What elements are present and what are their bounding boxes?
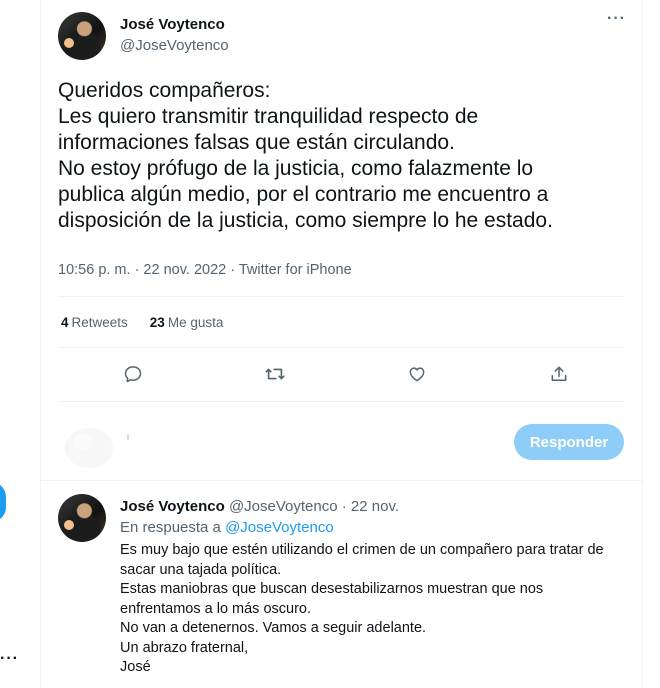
tweet-meta[interactable]: 10:56 p. m. · 22 nov. 2022 · Twitter for… [58,262,352,278]
retweets-count: 4 [61,315,69,330]
reply-context-handle[interactable]: @JoseVoytenco [225,519,334,536]
divider [58,347,625,348]
reply-text-line: No van a detenernos. Vamos a seguir adel… [120,620,427,636]
reply-header: José Voytenco @JoseVoytenco · 22 nov. [120,498,399,515]
reply-text-line: José [120,659,151,675]
reply-date[interactable]: · 22 nov. [342,498,399,515]
like-icon[interactable] [403,360,431,388]
reply-text-line: Estas maniobras que buscan desestabiliza… [120,581,544,597]
tweet-text-line: Queridos compañeros: [58,79,271,102]
tweet-text-line: publica algún medio, por el contrario me… [58,183,549,206]
author-handle[interactable]: @JoseVoytenco [120,37,229,54]
likes-label: Me gusta [167,315,224,330]
side-more-icon[interactable]: ··· [0,650,19,668]
reply-text-line: sacar una tajada política. [120,561,282,578]
author-name[interactable]: José Voytenco [120,16,225,33]
reply-author-handle[interactable]: @JoseVoytenco [229,498,338,515]
retweet-icon[interactable] [261,360,289,388]
divider [41,480,642,481]
reply-text-line: Un abrazo fraternal, [120,639,249,656]
reply-context: En respuesta a @JoseVoytenco [120,519,334,536]
divider [58,401,625,402]
likes-stat[interactable]: 23 Me gusta [150,315,224,330]
reply-icon[interactable] [119,360,147,388]
tweet-actions [119,360,575,388]
tweet-text-line: No estoy prófugo de la justicia, como fa… [58,157,534,180]
reply-text: Es muy bajo que estén utilizando el crim… [120,541,630,678]
reply-button[interactable]: Responder [514,424,624,460]
reply-context-prefix: En respuesta a [120,519,221,536]
side-compose-button-edge[interactable] [0,482,6,522]
tweet-stats: 4 Retweets 23 Me gusta [61,315,223,330]
composer-avatar-faded [65,428,129,468]
avatar[interactable] [58,12,106,60]
tweet-text-line: informaciones falsas que están circuland… [58,131,455,154]
avatar[interactable] [58,494,106,542]
share-icon[interactable] [545,360,573,388]
tweet-column: José Voytenco @JoseVoytenco ··· Queridos… [40,0,643,688]
tweet-text-line: Les quiero transmitir tranquilidad respe… [58,105,479,128]
likes-count: 23 [149,315,165,330]
more-options-icon[interactable]: ··· [607,10,626,28]
tweet-text-line: disposición de la justicia, como siempre… [58,209,553,232]
tweet-text: Queridos compañeros: Les quiero transmit… [58,78,628,234]
retweets-label: Retweets [71,315,128,330]
reply-author-name[interactable]: José Voytenco [120,498,225,515]
divider [58,296,625,297]
reply-text-line: enfrentamos a lo más oscuro. [120,600,312,617]
retweets-stat[interactable]: 4 Retweets [61,315,128,330]
reply-text-line: Es muy bajo que estén utilizando el crim… [120,542,604,558]
